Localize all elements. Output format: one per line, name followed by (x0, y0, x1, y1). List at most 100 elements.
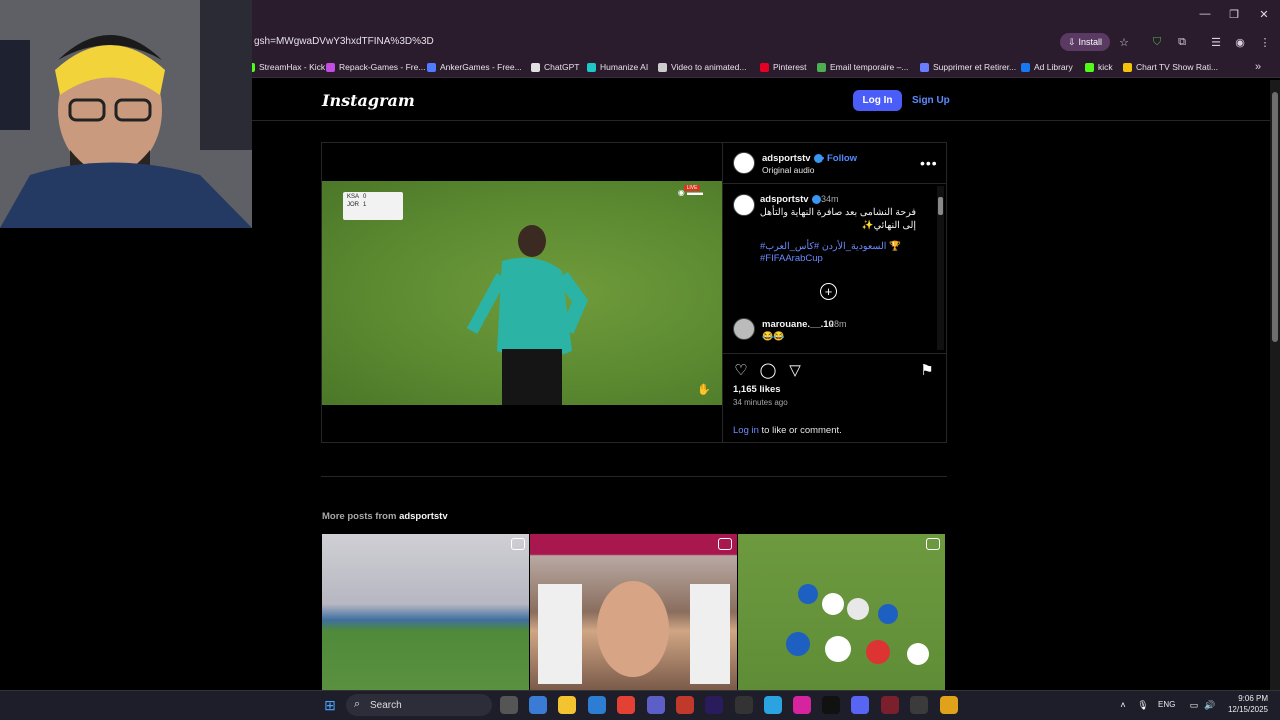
bookmark-label: Pinterest (773, 62, 807, 72)
comment-avatar[interactable] (733, 318, 755, 340)
owner-avatar[interactable] (733, 152, 755, 174)
tray-overflow-icon[interactable]: ˄ (1114, 696, 1132, 714)
follow-button[interactable]: • Follow (821, 153, 857, 164)
edge-like-icon[interactable] (588, 696, 606, 714)
extensions-puzzle-icon[interactable]: ⧉ (1174, 34, 1190, 50)
post-thumbnail[interactable] (322, 534, 529, 690)
shield-extension-icon[interactable]: ⛉ (1149, 34, 1165, 50)
bookmark-label: Email temporaire –... (830, 62, 909, 72)
bookmark-item[interactable]: Humanize AI (587, 60, 648, 74)
bookmark-label: kick (1098, 62, 1113, 72)
task-view-icon[interactable] (500, 696, 518, 714)
likes-count[interactable]: 1,165 likes (733, 384, 781, 395)
comment-text: 😂😂 (762, 331, 785, 341)
file-explorer-icon[interactable] (558, 696, 576, 714)
bookmark-favicon-icon (427, 62, 436, 72)
bookmark-favicon-icon (326, 62, 335, 72)
bookmark-item[interactable]: Chart TV Show Rati... (1123, 60, 1218, 74)
bookmark-label: Ad Library (1034, 62, 1073, 72)
obs-icon[interactable] (910, 696, 928, 714)
post-thumbnail[interactable] (530, 534, 737, 690)
audio-label[interactable]: Original audio (762, 165, 814, 175)
caption-avatar[interactable] (733, 194, 755, 216)
app-red-icon[interactable] (676, 696, 694, 714)
like-heart-icon[interactable]: ♡ (732, 361, 750, 379)
bookmark-item[interactable]: AnkerGames - Free... (427, 60, 522, 74)
clock-date[interactable]: 12/15/2025 (1222, 705, 1268, 714)
log-in-link[interactable]: Log in (733, 425, 759, 436)
log-in-button[interactable]: Log In (853, 90, 902, 111)
install-app-button[interactable]: ⇩ Install (1060, 33, 1110, 51)
taskbar-search[interactable]: ⌕ Search (346, 694, 492, 716)
actions-divider (722, 353, 946, 354)
close-icon[interactable]: ✕ (1254, 6, 1274, 22)
streamer-figure (0, 0, 252, 228)
telegram-icon[interactable] (764, 696, 782, 714)
bookmark-label: Video to animated... (671, 62, 747, 72)
bookmarks-overflow-icon[interactable]: » (1250, 59, 1266, 75)
bookmark-item[interactable]: Ad Library (1021, 60, 1073, 74)
bookmark-item[interactable]: kick (1085, 60, 1113, 74)
bookmark-label: Repack-Games - Fre... (339, 62, 426, 72)
bookmark-item[interactable]: Email temporaire –... (817, 60, 908, 74)
bookmark-item[interactable]: Repack-Games - Fre... (326, 60, 425, 74)
comment-username[interactable]: marouane.__.10 (762, 319, 834, 330)
chrome-icon[interactable] (617, 696, 635, 714)
more-options-icon[interactable]: ••• (920, 155, 938, 171)
tab-search-icon[interactable]: ☰ (1208, 34, 1224, 50)
restore-icon[interactable]: ❐ (1224, 6, 1244, 22)
more-posts-username[interactable]: adsportstv (399, 511, 448, 522)
match-scoreboard: KSA 0 JOR 1 (343, 192, 403, 220)
windows-start-icon[interactable]: ⊞ (321, 696, 339, 714)
save-bookmark-icon[interactable]: ⚑ (918, 361, 936, 379)
post-thumbnail[interactable] (738, 534, 945, 690)
bookmark-item[interactable]: StreamHax - Kick (246, 60, 325, 74)
bookmark-item[interactable]: Pinterest (760, 60, 807, 74)
sign-up-link[interactable]: Sign Up (912, 95, 950, 106)
bookmark-label: AnkerGames - Free... (440, 62, 522, 72)
bookmark-label: StreamHax - Kick (259, 62, 326, 72)
instagram-logo[interactable]: Instagram (322, 91, 415, 110)
volume-icon[interactable]: 🔊 (1201, 696, 1219, 714)
install-label: Install (1078, 37, 1103, 47)
bookmark-item[interactable]: ChatGPT (531, 60, 579, 74)
store-icon[interactable] (647, 696, 665, 714)
premiere-icon[interactable] (705, 696, 723, 714)
install-icon: ⇩ (1067, 36, 1076, 47)
tiktok-icon[interactable] (822, 696, 840, 714)
bookmark-label: Chart TV Show Rati... (1136, 62, 1219, 72)
thumbnail-content (538, 581, 730, 684)
more-posts-heading: More posts from adsportstv (322, 511, 448, 522)
comments-scroll-thumb[interactable] (938, 197, 943, 215)
microphone-icon[interactable]: 🎙 (1134, 696, 1152, 714)
widgets-icon[interactable] (529, 696, 547, 714)
page-scroll-thumb[interactable] (1272, 92, 1278, 342)
bookmark-label: ChatGPT (544, 62, 580, 72)
discord-icon[interactable] (851, 696, 869, 714)
minimize-icon[interactable]: — (1195, 6, 1215, 22)
bookmark-item[interactable]: Supprimer et Retirer... (920, 60, 1016, 74)
share-send-icon[interactable]: ▽ (786, 361, 804, 379)
clock-time[interactable]: 9:06 PM (1230, 694, 1268, 703)
bookmark-item[interactable]: Video to animated... (658, 60, 746, 74)
load-more-comments-icon[interactable]: + (820, 283, 837, 300)
browser-menu-icon[interactable]: ⋮ (1257, 34, 1273, 50)
webcam-overlay (0, 0, 252, 228)
bookmark-star-icon[interactable]: ☆ (1116, 34, 1132, 50)
caption-hashtags[interactable]: #السعودية_الأردن #كأس_العرب 🏆 #FIFAArabC… (760, 241, 920, 265)
owner-username[interactable]: adsportstv (762, 153, 823, 164)
home-team: KSA (347, 194, 360, 200)
app-maroon-icon[interactable] (881, 696, 899, 714)
away-team: JOR (347, 202, 359, 208)
address-bar-url[interactable]: gsh=MWgwaDVwY3hxdTFINA%3D%3D (254, 36, 434, 47)
steam-icon[interactable] (735, 696, 753, 714)
instagram-icon[interactable] (793, 696, 811, 714)
follow-separator: • (821, 153, 825, 164)
comment-bubble-icon[interactable]: ◯ (759, 361, 777, 379)
language-indicator[interactable]: ENG (1158, 700, 1175, 709)
follow-label: Follow (826, 153, 858, 164)
caption-username[interactable]: adsportstv (760, 194, 821, 205)
chrome-active-icon[interactable] (940, 696, 958, 714)
login-comment-suffix: to like or comment. (758, 425, 842, 436)
profile-icon[interactable]: ◉ (1232, 34, 1248, 50)
